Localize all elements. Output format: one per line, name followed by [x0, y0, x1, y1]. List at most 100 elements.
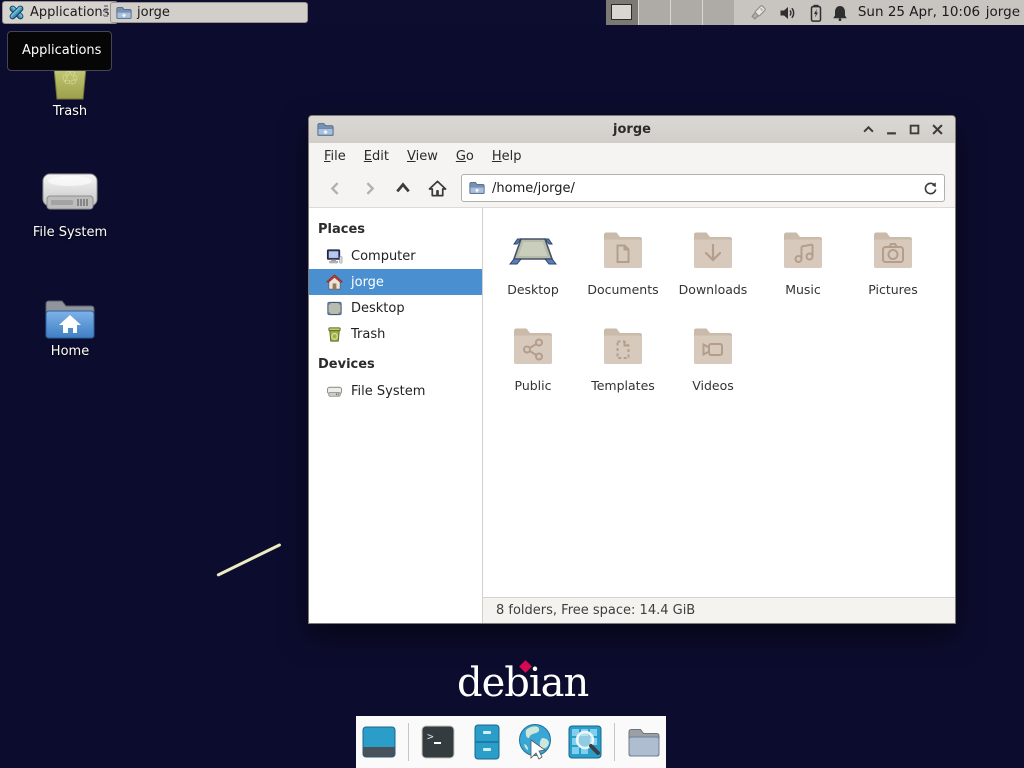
shade-button[interactable] — [857, 118, 880, 141]
svg-text:>: > — [427, 730, 434, 743]
desktop: Applications jorge — [0, 0, 1024, 768]
battery-icon[interactable] — [807, 4, 825, 22]
file-videos[interactable]: Videos — [668, 318, 758, 414]
file-documents[interactable]: Documents — [578, 222, 668, 318]
panel-clock[interactable]: Sun 25 Apr, 10:06 — [856, 0, 982, 25]
menu-view[interactable]: View — [398, 145, 447, 168]
panel-user-menu[interactable]: jorge — [986, 0, 1020, 25]
workspace-2[interactable] — [638, 0, 670, 25]
sidebar-item-computer[interactable]: Computer — [309, 243, 482, 269]
applications-menu-button[interactable]: Applications — [2, 1, 118, 24]
filesystem-desktop-label[interactable]: File System — [5, 225, 135, 240]
file-label: Downloads — [679, 282, 748, 297]
folder-shortcut-button[interactable] — [624, 722, 664, 762]
taskbar-window-button[interactable]: jorge — [110, 2, 308, 23]
home-button[interactable] — [423, 174, 451, 202]
menu-edit[interactable]: Edit — [355, 145, 398, 168]
downloads-folder-icon — [689, 226, 737, 274]
file-list: Desktop Documents — [483, 208, 955, 597]
workspace-1[interactable] — [606, 0, 638, 25]
file-cabinet-icon — [468, 723, 506, 761]
status-text: 8 folders, Free space: 14.4 GiB — [496, 603, 695, 618]
filesystem-desktop-icon[interactable] — [41, 170, 99, 216]
file-label: Music — [785, 282, 821, 297]
videos-folder-icon — [689, 322, 737, 370]
address-folder-icon — [469, 180, 485, 196]
documents-folder-icon — [599, 226, 647, 274]
reload-icon[interactable] — [923, 181, 938, 196]
sidebar-label-trash: Trash — [351, 327, 385, 342]
home-desktop-label[interactable]: Home — [5, 344, 135, 359]
sidebar-item-trash[interactable]: Trash — [309, 321, 482, 347]
address-bar[interactable]: /home/jorge/ — [461, 174, 945, 202]
status-bar: 8 folders, Free space: 14.4 GiB — [483, 597, 955, 623]
computer-icon — [326, 248, 343, 265]
file-desktop[interactable]: Desktop — [488, 222, 578, 318]
minimize-button[interactable] — [880, 118, 903, 141]
applications-tooltip-text: Applications — [22, 43, 101, 58]
toolbar: /home/jorge/ — [309, 169, 955, 208]
web-browser-button[interactable] — [516, 722, 556, 762]
application-finder-button[interactable] — [565, 722, 605, 762]
sidebar-label-desktop: Desktop — [351, 301, 405, 316]
dock-folder-icon — [625, 723, 663, 761]
trash-icon — [326, 326, 343, 343]
app-finder-icon — [566, 723, 604, 761]
file-pictures[interactable]: Pictures — [848, 222, 938, 318]
file-manager-button[interactable] — [467, 722, 507, 762]
devices-header: Devices — [309, 347, 482, 378]
dock-separator — [408, 723, 409, 761]
workspace-3[interactable] — [670, 0, 702, 25]
top-panel: Applications jorge — [0, 0, 1024, 25]
back-button[interactable] — [321, 174, 349, 202]
window-titlebar[interactable]: jorge — [309, 116, 955, 143]
desktop-artifact-line — [216, 543, 281, 577]
applications-tooltip: Applications — [7, 31, 112, 71]
home-desktop-icon[interactable] — [44, 296, 96, 340]
dock-separator — [614, 723, 615, 761]
close-button[interactable] — [926, 118, 949, 141]
file-public[interactable]: Public — [488, 318, 578, 414]
workspace-window-thumbnail — [611, 4, 632, 20]
templates-folder-icon — [599, 322, 647, 370]
folder-icon — [116, 5, 132, 21]
up-button[interactable] — [389, 174, 417, 202]
volume-icon[interactable] — [779, 4, 797, 22]
drive-icon — [326, 383, 343, 400]
workspace-4[interactable] — [702, 0, 734, 25]
file-downloads[interactable]: Downloads — [668, 222, 758, 318]
removable-device-icon[interactable] — [749, 4, 767, 22]
xfce-logo-icon — [8, 4, 25, 21]
sidebar-item-desktop[interactable]: Desktop — [309, 295, 482, 321]
file-templates[interactable]: Templates — [578, 318, 668, 414]
file-label: Pictures — [868, 282, 918, 297]
taskbar-drag-handle[interactable] — [104, 5, 108, 20]
home-icon — [326, 274, 343, 291]
terminal-button[interactable]: > — [418, 722, 458, 762]
menu-help[interactable]: Help — [483, 145, 531, 168]
trash-desktop-label[interactable]: Trash — [5, 104, 135, 119]
sidebar-item-jorge[interactable]: jorge — [309, 269, 482, 295]
menu-go[interactable]: Go — [447, 145, 483, 168]
debian-wordmark: debian — [457, 660, 588, 706]
workspace-switcher — [606, 0, 734, 25]
pictures-folder-icon — [869, 226, 917, 274]
file-music[interactable]: Music — [758, 222, 848, 318]
sidebar-label-filesystem: File System — [351, 384, 425, 399]
desktop-icon — [326, 300, 343, 317]
sidebar-item-filesystem[interactable]: File System — [309, 378, 482, 404]
show-desktop-icon — [360, 723, 398, 761]
file-label: Templates — [591, 378, 655, 393]
maximize-button[interactable] — [903, 118, 926, 141]
address-path[interactable]: /home/jorge/ — [492, 181, 916, 196]
file-label: Desktop — [507, 282, 559, 297]
menu-file[interactable]: File — [315, 145, 355, 168]
file-label: Public — [515, 378, 552, 393]
forward-button[interactable] — [355, 174, 383, 202]
music-folder-icon — [779, 226, 827, 274]
file-label: Documents — [587, 282, 658, 297]
notification-bell-icon[interactable] — [831, 4, 849, 22]
terminal-icon: > — [419, 723, 457, 761]
show-desktop-button[interactable] — [359, 722, 399, 762]
taskbar-window-label: jorge — [137, 5, 170, 20]
